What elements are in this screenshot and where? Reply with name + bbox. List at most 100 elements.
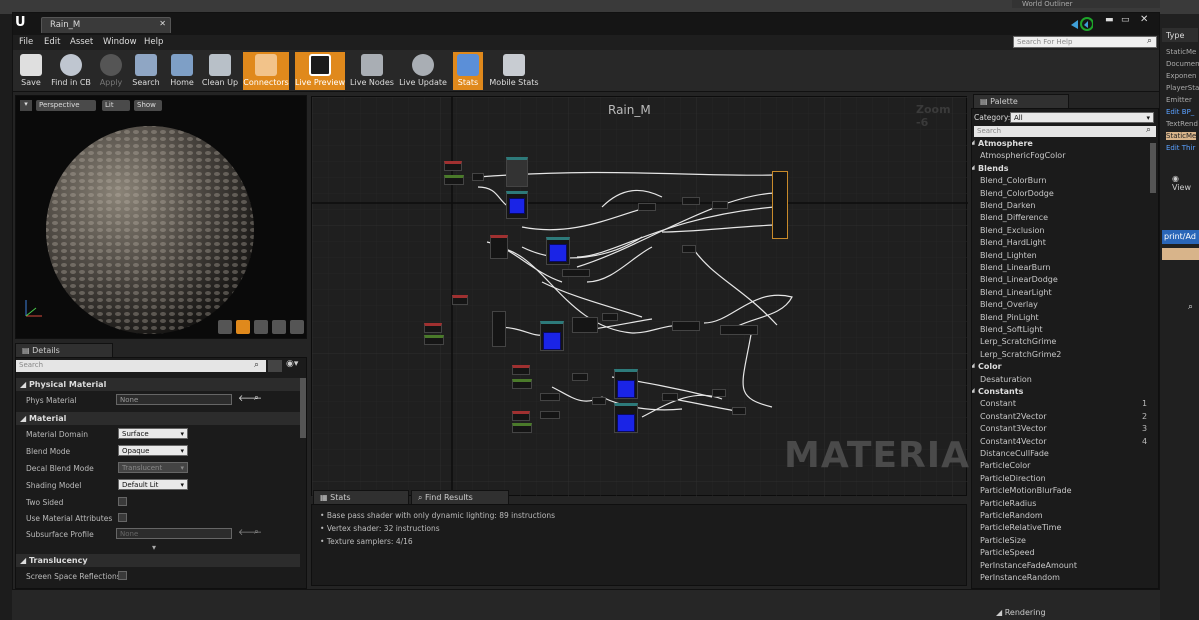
graph-node[interactable] [614,369,638,399]
palette-item[interactable]: Constant3Vector [980,424,1047,433]
browse-icon[interactable]: ⌕ [254,527,259,537]
connectors-button[interactable]: Connectors [243,52,289,90]
graph-node[interactable] [720,325,758,335]
palette-item[interactable]: PerInstanceRandom [980,573,1060,582]
graph-node[interactable] [732,407,746,415]
save-button[interactable]: Save [17,52,45,90]
graph-node[interactable] [562,269,590,277]
type-list-item[interactable]: Edit Thir [1166,144,1195,152]
eye-icon[interactable]: ◉▾ [286,359,298,369]
palette-item[interactable]: DistanceCullFade [980,449,1049,458]
menu-asset[interactable]: Asset [70,37,93,47]
palette-search-input[interactable]: Search [974,126,1156,137]
use-material-attributes-checkbox[interactable] [118,513,127,522]
subsurface-profile-dropdown[interactable]: None [116,528,232,539]
graph-node[interactable] [472,173,484,181]
menu-help[interactable]: Help [144,37,163,47]
palette-category[interactable]: Atmosphere [978,139,1033,148]
palette-item[interactable]: PerInstanceFadeAmount [980,561,1077,570]
graph-node[interactable] [572,317,598,333]
graph-node[interactable] [592,397,606,405]
lit-button[interactable]: Lit [102,100,130,111]
palette-item[interactable]: Blend_ColorBurn [980,176,1046,185]
graph-node[interactable] [712,201,728,209]
palette-item[interactable]: Blend_Darken [980,201,1035,210]
expand-advanced-icon[interactable]: ▾ [152,543,156,552]
palette-item[interactable]: Constant4Vector [980,437,1047,446]
search-icon[interactable]: ⌕ [1147,36,1152,46]
palette-item[interactable]: Blend_Exclusion [980,226,1044,235]
palette-item[interactable]: Blend_LinearDodge [980,275,1058,284]
stats-tab[interactable]: ▦ Stats [313,490,409,504]
graph-node[interactable] [540,411,560,419]
material-graph-canvas[interactable]: Rain_M Zoom -6 MATERIAL [311,96,993,497]
two-sided-checkbox[interactable] [118,497,127,506]
type-list-item[interactable]: Exponen [1166,72,1196,80]
search-icon[interactable]: ⌕ [1188,302,1193,312]
graph-node[interactable] [672,321,700,331]
viewport-menu-button[interactable]: ▾ [20,100,32,111]
palette-item[interactable]: Lerp_ScratchGrime2 [980,350,1061,359]
live-update-button[interactable]: Live Update [399,52,447,90]
palette-scrollbar[interactable] [1150,143,1156,193]
graph-node[interactable] [506,191,528,219]
palette-item[interactable]: Blend_ColorDodge [980,189,1054,198]
show-button[interactable]: Show [134,100,162,111]
palette-item[interactable]: Lerp_ScratchGrime [980,337,1056,346]
type-list-item[interactable]: PlayerSta [1166,84,1199,92]
maximize-button[interactable]: ▭ [1121,15,1130,25]
live-preview-button[interactable]: Live Preview [295,52,345,90]
palette-tab[interactable]: ▤ Palette [973,94,1069,108]
document-tab[interactable]: Rain_M ✕ [41,17,171,33]
phys-material-dropdown[interactable]: None [116,394,232,405]
palette-item[interactable]: ParticleRelativeTime [980,523,1061,532]
menu-edit[interactable]: Edit [44,37,60,47]
screen-space-reflections-checkbox[interactable] [118,571,127,580]
search-icon[interactable]: ⌕ [254,360,259,370]
clean-up-button[interactable]: Clean Up [201,52,239,90]
graph-node[interactable] [512,411,530,421]
graph-node[interactable] [424,335,444,345]
physical-material-section[interactable]: ◢ Physical Material [16,378,300,391]
palette-item[interactable]: Blend_SoftLight [980,325,1043,334]
graph-node[interactable] [512,365,530,375]
blueprint-row[interactable]: print/Ad [1162,230,1199,244]
graph-node[interactable] [662,393,678,401]
blend-mode-dropdown[interactable]: Opaque ▾ [118,445,188,456]
graph-node[interactable] [638,203,656,211]
graph-node[interactable] [682,197,700,205]
graph-node[interactable] [602,313,618,321]
help-search-input[interactable]: Search For Help [1013,36,1157,48]
search-icon[interactable]: ⌕ [1146,125,1151,135]
type-list-item[interactable]: StaticMe [1166,48,1196,56]
palette-item[interactable]: ParticleRadius [980,499,1036,508]
graph-node[interactable] [492,311,506,347]
palette-item[interactable]: Constant2Vector [980,412,1047,421]
source-control-icon[interactable] [1069,17,1094,31]
grid-view-icon[interactable] [268,360,282,372]
palette-category[interactable]: Constants [978,387,1023,396]
graph-node[interactable] [490,235,508,259]
graph-node[interactable] [546,237,570,265]
palette-item[interactable]: ParticleColor [980,461,1030,470]
palette-category[interactable]: Blends [978,164,1008,173]
material-domain-dropdown[interactable]: Surface ▾ [118,428,188,439]
palette-item[interactable]: Blend_LinearBurn [980,263,1050,272]
material-section[interactable]: ◢ Material [16,412,300,425]
perspective-button[interactable]: Perspective [36,100,96,111]
shading-model-dropdown[interactable]: Default Lit ▾ [118,479,188,490]
find-results-tab[interactable]: ⌕ Find Results [411,490,509,504]
minimize-button[interactable]: ▬ [1105,15,1114,25]
palette-item[interactable]: AtmosphericFogColor [980,151,1065,160]
palette-item[interactable]: Blend_Overlay [980,300,1038,309]
menu-window[interactable]: Window [103,37,137,47]
graph-node[interactable] [682,245,696,253]
palette-category[interactable]: Color [978,362,1002,371]
preview-viewport[interactable]: ▾ Perspective Lit Show [15,95,307,339]
type-list-item[interactable]: Emitter [1166,96,1192,104]
cube-preview-icon[interactable] [272,320,286,334]
texture-sample-node[interactable] [506,157,528,187]
palette-item[interactable]: Desaturation [980,375,1032,384]
rendering-section[interactable]: ◢ Rendering [996,608,1046,617]
type-list-item[interactable]: StaticMe [1166,132,1197,140]
